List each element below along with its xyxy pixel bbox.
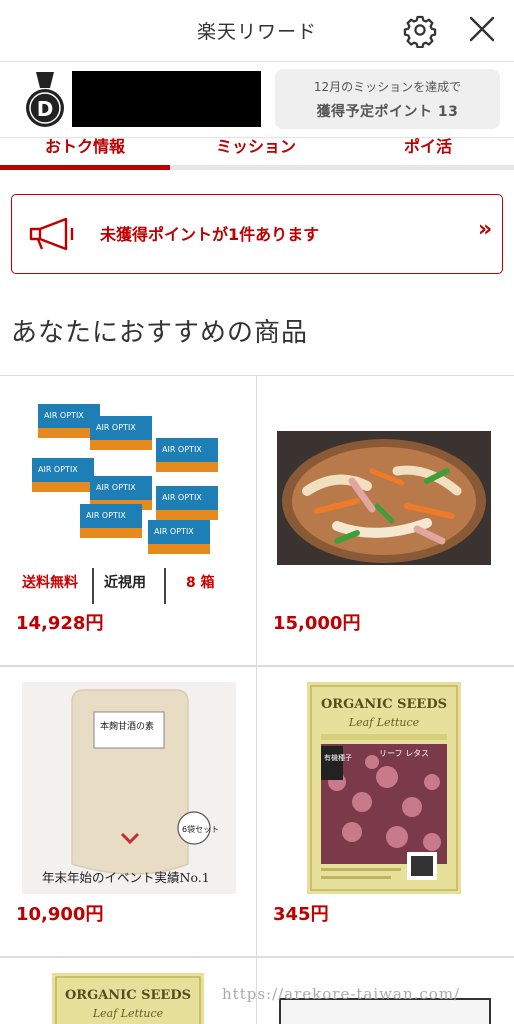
seed-packet-image: ORGANIC SEEDS Leaf Lettuce 有機種子 リーフ レタス [307, 682, 461, 894]
member-status-row: D 12月のミッションを達成で 獲得予定ポイント 13 [0, 62, 514, 137]
mission-points: 獲得予定ポイント 13 [316, 104, 459, 120]
unclaimed-points-text: 未獲得ポイントが1件あります [100, 225, 320, 244]
svg-text:AIR OPTIX: AIR OPTIX [96, 483, 136, 492]
chevron-right-icon: » [478, 217, 493, 242]
recommended-section-title: あなたにおすすめの商品 [11, 318, 309, 348]
product-card-lettuce-seeds[interactable]: ORGANIC SEEDS Leaf Lettuce 有機種子 リーフ レタス … [257, 667, 514, 958]
svg-text:AIR OPTIX: AIR OPTIX [162, 445, 202, 454]
mission-points-box[interactable]: 12月のミッションを達成で 獲得予定ポイント 13 [275, 69, 500, 129]
svg-text:AIR OPTIX: AIR OPTIX [44, 411, 84, 420]
seed-title: ORGANIC SEEDS [65, 988, 191, 1003]
watermark-url: https://arekore-taiwan.com/ [222, 985, 461, 1003]
badge-myopia: 近視用 [104, 575, 146, 591]
tab-missions[interactable]: ミッション [170, 138, 342, 168]
contact-lens-boxes-image: AIR OPTIX AIR OPTIX AIR OPTIX AIR OPTIX … [32, 404, 218, 554]
close-icon[interactable] [462, 12, 502, 48]
svg-text:AIR OPTIX: AIR OPTIX [154, 527, 194, 536]
mission-caption: 12月のミッションを達成で [313, 80, 462, 94]
tab-bar: おトク情報 ミッション ポイ活 [0, 137, 514, 171]
gear-icon[interactable] [402, 12, 438, 48]
pouch-label: 本麹甘酒の素 [100, 720, 154, 732]
megaphone-icon [29, 217, 74, 251]
badge-divider [164, 568, 166, 604]
seed-tag: 有機種子 [324, 753, 352, 762]
redacted-username [72, 71, 261, 127]
product-price: 345円 [273, 904, 329, 925]
badge-box-count: 8 箱 [186, 575, 215, 591]
unclaimed-points-banner[interactable]: 未獲得ポイントが1件あります » [11, 194, 503, 274]
product-grid: AIR OPTIX AIR OPTIX AIR OPTIX AIR OPTIX … [0, 375, 514, 1024]
svg-text:AIR OPTIX: AIR OPTIX [38, 465, 78, 474]
badge-free-shipping: 送料無料 [22, 575, 78, 591]
product-badges: 送料無料 近視用 8 箱 [22, 568, 232, 608]
amazake-caption: 年末年始のイベント実績No.1 [42, 870, 210, 885]
product-price: 14,928円 [16, 613, 104, 634]
seed-jp-name: リーフ レタス [379, 749, 429, 758]
seed-subtitle: Leaf Lettuce [92, 1007, 164, 1020]
product-card-amazake[interactable]: 本麹甘酒の素 6袋セット 年末年始のイベント実績No.1 10,900円 [0, 667, 257, 958]
seed-title: ORGANIC SEEDS [321, 697, 447, 712]
set-badge: 6袋セット [182, 824, 219, 834]
tab-poikatsu[interactable]: ポイ活 [342, 138, 514, 168]
tab-deals[interactable]: おトク情報 [0, 138, 170, 168]
seed-subtitle: Leaf Lettuce [348, 716, 420, 729]
svg-text:AIR OPTIX: AIR OPTIX [162, 493, 202, 502]
svg-text:AIR OPTIX: AIR OPTIX [86, 511, 126, 520]
product-card-stir-fry[interactable]: 15,000円 [257, 376, 514, 667]
product-price: 15,000円 [273, 613, 361, 634]
rank-letter: D [36, 97, 54, 121]
product-card-contact-lens[interactable]: AIR OPTIX AIR OPTIX AIR OPTIX AIR OPTIX … [0, 376, 257, 667]
active-tab-indicator [0, 165, 170, 170]
product-card-seeds-2[interactable]: ORGANIC SEEDS Leaf Lettuce [0, 958, 257, 1024]
seed-packet-image: ORGANIC SEEDS Leaf Lettuce [52, 973, 204, 1024]
product-price: 10,900円 [16, 904, 104, 925]
svg-text:AIR OPTIX: AIR OPTIX [96, 423, 136, 432]
amazake-pouch-image: 本麹甘酒の素 6袋セット 年末年始のイベント実績No.1 [22, 682, 236, 894]
badge-divider [92, 568, 94, 604]
stir-fry-dish-image [277, 431, 491, 565]
top-bar: 楽天リワード [0, 0, 514, 62]
